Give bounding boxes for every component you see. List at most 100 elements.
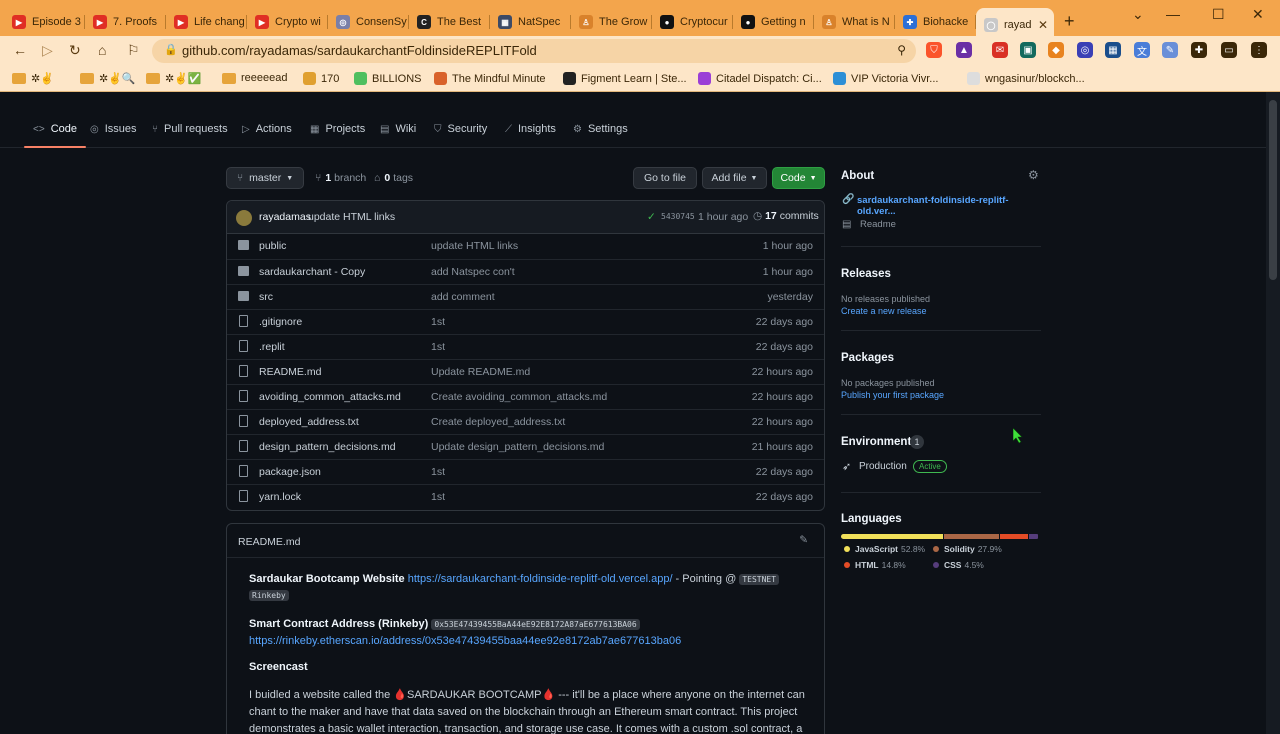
- repo-tab-security[interactable]: ⛉ Security: [434, 123, 487, 135]
- bookmark-item[interactable]: ✲✌️🔍: [80, 72, 136, 85]
- create-release-link[interactable]: Create a new release: [841, 306, 927, 316]
- browser-tab[interactable]: ▦ NatSpec: [490, 8, 571, 36]
- tags-link[interactable]: ⌂ 0 tags: [374, 172, 413, 184]
- reload-icon[interactable]: ↻: [69, 42, 81, 59]
- bookmark-item[interactable]: Figment Learn | Ste...: [563, 72, 687, 85]
- go-to-file-button[interactable]: Go to file: [633, 167, 697, 189]
- edit-pencil-icon[interactable]: ✎: [799, 534, 808, 546]
- repo-tab-wiki[interactable]: ▤ Wiki: [380, 123, 416, 135]
- file-commit-message[interactable]: Create avoiding_common_attacks.md: [431, 391, 607, 403]
- forward-icon[interactable]: ▷: [42, 42, 53, 59]
- repo-tab-insights[interactable]: ⟋ Insights: [505, 123, 556, 135]
- environments-title[interactable]: Environments: [841, 436, 918, 448]
- language-item[interactable]: CSS 4.5%: [933, 560, 984, 570]
- file-name[interactable]: yarn.lock: [259, 491, 301, 503]
- file-commit-message[interactable]: 1st: [431, 341, 445, 353]
- bookmark-item[interactable]: VIP Victoria Vivr...: [833, 72, 938, 85]
- file-commit-message[interactable]: Update design_pattern_decisions.md: [431, 441, 604, 453]
- file-commit-message[interactable]: Update README.md: [431, 366, 530, 378]
- file-name[interactable]: deployed_address.txt: [259, 416, 359, 428]
- file-row[interactable]: public update HTML links 1 hour ago: [227, 234, 824, 259]
- file-row[interactable]: .replit 1st 22 days ago: [227, 334, 824, 359]
- environment-production-link[interactable]: Production: [859, 461, 907, 472]
- browser-tab[interactable]: ♙ What is N: [814, 8, 895, 36]
- minimize-window-button[interactable]: —: [1166, 6, 1180, 22]
- browser-tab[interactable]: ♙ The Grow: [571, 8, 652, 36]
- file-commit-message[interactable]: 1st: [431, 316, 445, 328]
- search-icon[interactable]: ⚲: [897, 43, 906, 57]
- new-tab-button[interactable]: +: [1064, 11, 1075, 32]
- browser-tab[interactable]: ▶ Crypto wi: [247, 8, 328, 36]
- add-file-button[interactable]: Add file ▼: [702, 167, 767, 189]
- page-scrollbar[interactable]: [1266, 92, 1280, 734]
- brave-shield-icon[interactable]: ⛉: [926, 42, 942, 58]
- repo-tab-code[interactable]: <> Code: [24, 123, 86, 148]
- bookmark-item[interactable]: BILLIONS: [354, 72, 422, 85]
- bookmark-item[interactable]: The Mindful Minute: [434, 72, 546, 85]
- file-name[interactable]: design_pattern_decisions.md: [259, 441, 396, 453]
- bookmark-item[interactable]: wngasinur/blockch...: [967, 72, 1085, 85]
- readme-etherscan-link[interactable]: https://rinkeby.etherscan.io/address/0x5…: [249, 635, 681, 647]
- file-name[interactable]: src: [259, 291, 273, 303]
- browser-tab[interactable]: ▶ Episode 3: [4, 8, 85, 36]
- brave-rewards-icon[interactable]: ▲: [956, 42, 972, 58]
- file-name[interactable]: sardaukarchant - Copy: [259, 266, 365, 278]
- file-row[interactable]: yarn.lock 1st 22 days ago: [227, 484, 824, 509]
- file-commit-message[interactable]: update HTML links: [431, 240, 518, 252]
- file-name[interactable]: package.json: [259, 466, 321, 478]
- close-window-button[interactable]: ✕: [1252, 6, 1264, 23]
- releases-title[interactable]: Releases: [841, 268, 891, 280]
- file-row[interactable]: sardaukarchant - Copy add Natspec con't 1 …: [227, 259, 824, 284]
- browser-tab[interactable]: ✚ Biohacke: [895, 8, 976, 36]
- bookmark-item[interactable]: ✲✌️✅: [146, 72, 202, 85]
- file-name[interactable]: public: [259, 240, 286, 252]
- home-icon[interactable]: ⌂: [98, 42, 106, 58]
- file-name[interactable]: .replit: [259, 341, 285, 353]
- branch-select-button[interactable]: ⑂ master ▼: [226, 167, 304, 189]
- readme-link[interactable]: Readme: [860, 219, 896, 230]
- file-row[interactable]: package.json 1st 22 days ago: [227, 459, 824, 484]
- language-item[interactable]: JavaScript 52.8%: [844, 544, 925, 554]
- file-commit-message[interactable]: 1st: [431, 491, 445, 503]
- translate-icon[interactable]: 文: [1134, 42, 1150, 58]
- branches-link[interactable]: ⑂ 1 branch: [315, 172, 366, 184]
- file-name[interactable]: avoiding_common_attacks.md: [259, 391, 401, 403]
- menu-icon[interactable]: ⋮: [1251, 42, 1267, 58]
- gear-icon[interactable]: ⚙: [1028, 168, 1039, 182]
- code-button[interactable]: Code ▼: [772, 167, 825, 189]
- browser-tab[interactable]: C The Best: [409, 8, 490, 36]
- browser-tab[interactable]: ▶ Life chang: [166, 8, 247, 36]
- file-commit-message[interactable]: 1st: [431, 466, 445, 478]
- browser-tab[interactable]: ◎ ConsenSy: [328, 8, 409, 36]
- about-website-link[interactable]: sardaukarchant-foldinside-replitf-old.ve…: [857, 195, 1041, 217]
- readme-website-link[interactable]: https://sardaukarchant-foldinside-replit…: [408, 573, 673, 585]
- browser-tab[interactable]: ● Cryptocur: [652, 8, 733, 36]
- language-item[interactable]: Solidity 27.9%: [933, 544, 1002, 554]
- packages-title[interactable]: Packages: [841, 352, 894, 364]
- browser-tab[interactable]: ▶ 7. Proofs: [85, 8, 166, 36]
- address-bar[interactable]: 🔒 github.com/rayadamas/sardaukarchantFol…: [152, 39, 916, 63]
- tab-search-icon[interactable]: ⌄: [1132, 6, 1144, 23]
- repo-tab-projects[interactable]: ▦ Projects: [310, 123, 365, 135]
- extension-icon[interactable]: ✎: [1162, 42, 1178, 58]
- extension-icon[interactable]: ◎: [1077, 42, 1093, 58]
- file-row[interactable]: README.md Update README.md 22 hours ago: [227, 359, 824, 384]
- commit-message[interactable]: update HTML links: [308, 211, 395, 223]
- repo-tab-settings[interactable]: ⚙ Settings: [573, 123, 628, 135]
- commit-author[interactable]: rayadamas: [259, 211, 311, 223]
- scrollbar-thumb[interactable]: [1269, 100, 1277, 280]
- commits-link[interactable]: ◷ 17 commits: [753, 210, 819, 222]
- bookmark-item[interactable]: 170: [303, 72, 339, 85]
- file-row[interactable]: .gitignore 1st 22 days ago: [227, 309, 824, 334]
- bookmark-item[interactable]: reeeeead: [222, 72, 288, 84]
- file-row[interactable]: design_pattern_decisions.md Update design…: [227, 434, 824, 459]
- extensions-puzzle-icon[interactable]: ✚: [1191, 42, 1207, 58]
- language-item[interactable]: HTML 14.8%: [844, 560, 906, 570]
- file-row[interactable]: avoiding_common_attacks.md Create avoidin…: [227, 384, 824, 409]
- wallet-icon[interactable]: ▭: [1221, 42, 1237, 58]
- repo-tab-issues[interactable]: ◎ Issues: [90, 123, 137, 135]
- file-commit-message[interactable]: add Natspec con't: [431, 266, 515, 278]
- file-commit-message[interactable]: add comment: [431, 291, 495, 303]
- avatar[interactable]: [236, 210, 252, 226]
- file-name[interactable]: .gitignore: [259, 316, 302, 328]
